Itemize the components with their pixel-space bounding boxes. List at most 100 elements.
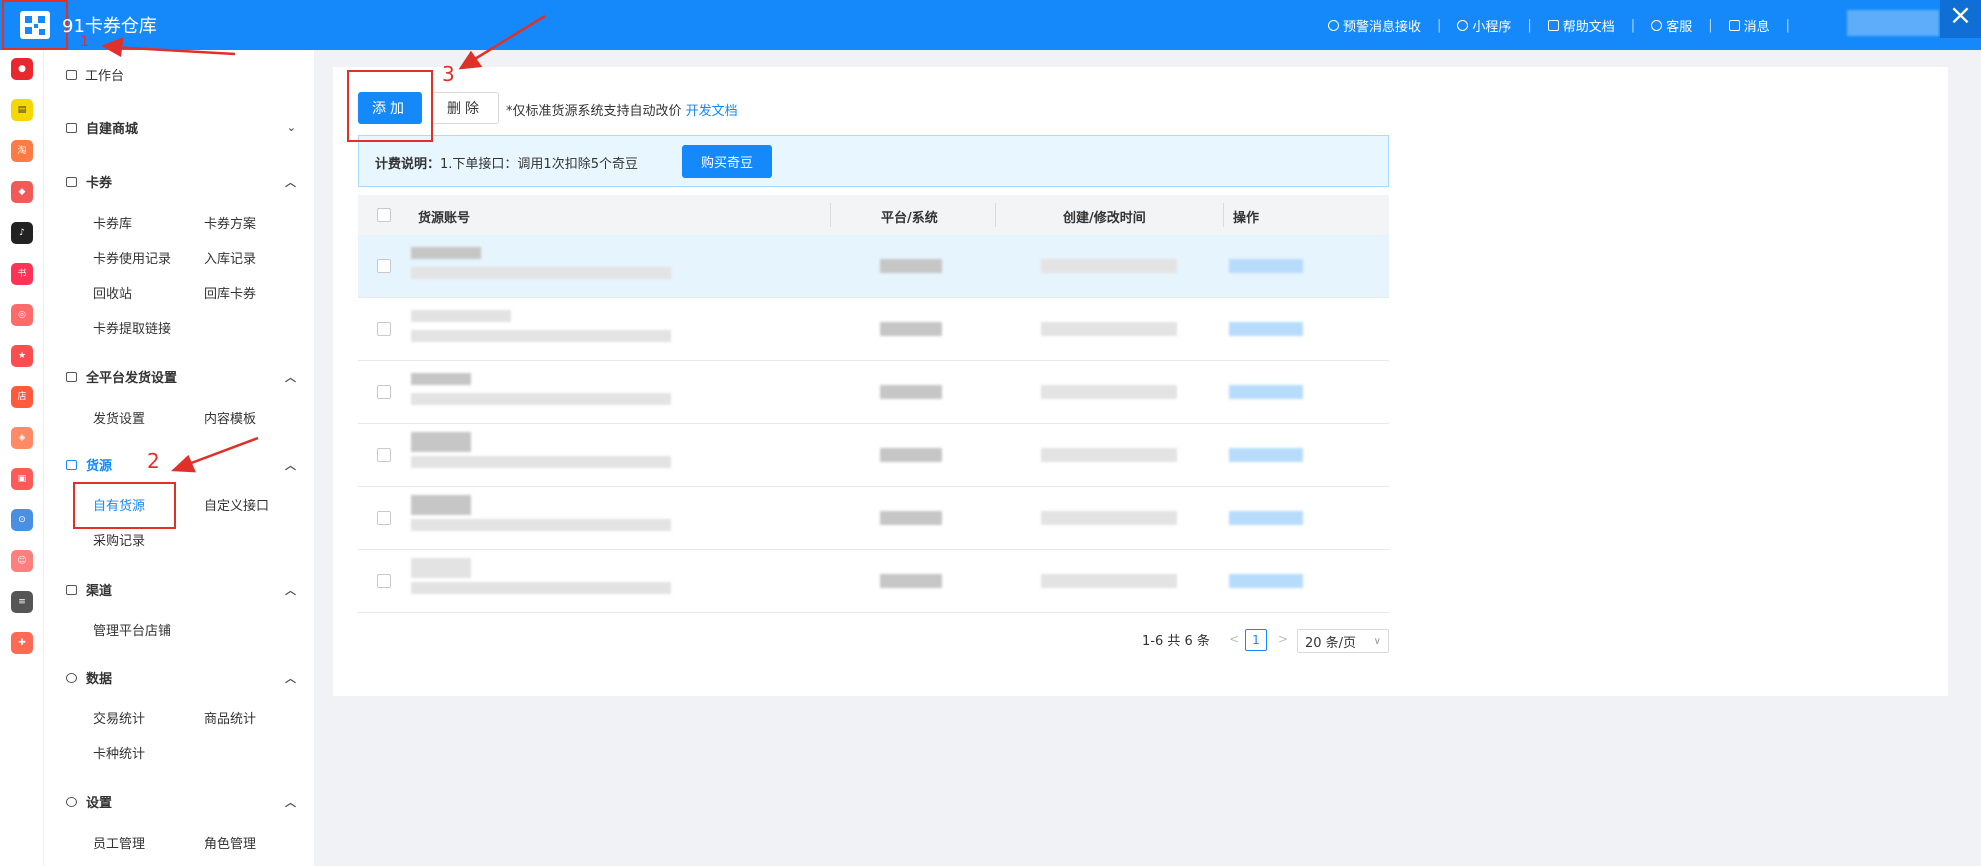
rail-app-10-icon[interactable]: ◈: [11, 427, 33, 449]
rail-thumb-icon[interactable]: ★: [11, 345, 33, 367]
sidebar-group-data[interactable]: 数据 ︿: [66, 668, 296, 687]
group-header[interactable]: 全平台发货设置 ︿: [66, 367, 296, 386]
platform-redacted: [880, 448, 942, 462]
rail-app-15-icon[interactable]: ✚: [11, 632, 33, 654]
select-all-checkbox[interactable]: [377, 208, 391, 222]
sidebar-item-card-type-stats[interactable]: 卡种统计: [93, 743, 145, 762]
actions-redacted[interactable]: [1229, 574, 1303, 588]
actions-redacted[interactable]: [1229, 385, 1303, 399]
table-row[interactable]: [358, 424, 1389, 487]
rail-douyin-icon[interactable]: ♪: [11, 222, 33, 244]
rail-app-14-icon[interactable]: ≡: [11, 591, 33, 613]
sidebar-item-custom-api[interactable]: 自定义接口: [204, 495, 269, 514]
page-size-select[interactable]: 20 条/页 ∨: [1297, 629, 1389, 653]
customer-service-link[interactable]: 客服: [1651, 16, 1692, 35]
sidebar-item-coupon-library[interactable]: 卡券库: [93, 213, 132, 232]
menu-divider: |: [1527, 18, 1532, 33]
prev-page-icon[interactable]: <: [1229, 632, 1239, 646]
group-header[interactable]: 货源 ︿: [66, 455, 296, 474]
document-icon: [1547, 20, 1559, 31]
chevron-up-icon: ︿: [285, 370, 296, 384]
app-logo-icon[interactable]: [20, 11, 50, 39]
account-name-redacted: [411, 432, 471, 452]
table-row[interactable]: [358, 235, 1389, 298]
sidebar-item-delivery-settings[interactable]: 发货设置: [93, 408, 145, 427]
sidebar-item-trade-stats[interactable]: 交易统计: [93, 708, 145, 727]
sidebar-item-coupon-plan[interactable]: 卡券方案: [204, 213, 256, 232]
sidebar-item-product-stats[interactable]: 商品统计: [204, 708, 256, 727]
group-title: 渠道: [86, 584, 113, 599]
sidebar-item-recycle-bin[interactable]: 回收站: [93, 283, 132, 302]
group-header[interactable]: 设置 ︿: [66, 792, 296, 811]
billing-detail: 1.下单接口：调用1次扣除5个奇豆: [440, 157, 638, 172]
row-checkbox[interactable]: [377, 322, 391, 336]
sidebar-group-settings[interactable]: 设置 ︿: [66, 792, 296, 811]
page-number-button[interactable]: 1: [1245, 629, 1267, 651]
row-checkbox[interactable]: [377, 448, 391, 462]
platform-redacted: [880, 511, 942, 525]
rail-xiaohongshu-icon[interactable]: 书: [11, 263, 33, 285]
rail-app-11-icon[interactable]: ▣: [11, 468, 33, 490]
mini-program-link[interactable]: 小程序: [1457, 16, 1511, 35]
rail-app-1-icon[interactable]: ●: [11, 58, 33, 80]
account-name-redacted: [411, 247, 481, 259]
group-header[interactable]: 自建商城 ⌄: [66, 118, 296, 137]
sidebar-item-coupon-usage[interactable]: 卡券使用记录: [93, 248, 171, 267]
sidebar-group-mall[interactable]: 自建商城 ⌄: [66, 118, 296, 137]
sidebar-item-manage-stores[interactable]: 管理平台店铺: [93, 620, 171, 639]
close-icon[interactable]: ×: [1940, 0, 1981, 38]
sidebar-item-workbench[interactable]: 工作台: [66, 65, 124, 84]
table-row[interactable]: [358, 298, 1389, 361]
sidebar-group-delivery[interactable]: 全平台发货设置 ︿: [66, 367, 296, 386]
delete-button[interactable]: 删除: [431, 92, 499, 124]
rail-app-12-icon[interactable]: ⊙: [11, 509, 33, 531]
row-checkbox[interactable]: [377, 574, 391, 588]
group-header[interactable]: 渠道 ︿: [66, 580, 296, 599]
sidebar-item-staff[interactable]: 员工管理: [93, 833, 145, 852]
sidebar-group-supply[interactable]: 货源 ︿: [66, 455, 296, 474]
group-header[interactable]: 数据 ︿: [66, 668, 296, 687]
rail-app-13-icon[interactable]: ☺: [11, 550, 33, 572]
row-checkbox[interactable]: [377, 259, 391, 273]
next-page-icon[interactable]: >: [1278, 632, 1288, 646]
sidebar-item-stock-in[interactable]: 入库记录: [204, 248, 256, 267]
row-checkbox[interactable]: [377, 511, 391, 525]
actions-redacted[interactable]: [1229, 322, 1303, 336]
table-row[interactable]: [358, 550, 1389, 613]
actions-redacted[interactable]: [1229, 259, 1303, 273]
bell-icon: [1327, 20, 1339, 31]
group-header[interactable]: 卡券 ︿: [66, 172, 296, 191]
sidebar-item-extract-links[interactable]: 卡券提取链接: [93, 318, 171, 337]
pie-chart-icon: [66, 672, 77, 683]
annotation-label-2: 2: [147, 449, 160, 473]
menu-divider: |: [1708, 18, 1713, 33]
top-bar: 91卡券仓库 预警消息接收 | 小程序 | 帮助文档 | 客服 | 消息 |: [0, 0, 1981, 50]
sidebar-item-roles[interactable]: 角色管理: [204, 833, 256, 852]
menu-label: 客服: [1666, 20, 1693, 35]
chevron-down-icon: ∨: [1373, 635, 1381, 647]
user-account-blurred[interactable]: [1847, 10, 1939, 36]
account-detail-redacted: [411, 267, 671, 279]
actions-redacted[interactable]: [1229, 511, 1303, 525]
sidebar-item-content-template[interactable]: 内容模板: [204, 408, 256, 427]
row-checkbox[interactable]: [377, 385, 391, 399]
sidebar-group-coupons[interactable]: 卡券 ︿: [66, 172, 296, 191]
dev-docs-link[interactable]: 开发文档: [686, 104, 738, 119]
page-size-value: 20 条/页: [1305, 635, 1357, 651]
rail-app-7-icon[interactable]: ◎: [11, 304, 33, 326]
sidebar-group-channel[interactable]: 渠道 ︿: [66, 580, 296, 599]
rail-app-2-icon[interactable]: ▤: [11, 99, 33, 121]
rail-app-4-icon[interactable]: ◆: [11, 181, 33, 203]
sidebar-item-returned-coupons[interactable]: 回库卡券: [204, 283, 256, 302]
actions-redacted[interactable]: [1229, 448, 1303, 462]
sidebar-item-purchase-records[interactable]: 采购记录: [93, 530, 145, 549]
rail-taobao-icon[interactable]: 淘: [11, 140, 33, 162]
help-docs-link[interactable]: 帮助文档: [1547, 16, 1615, 35]
alert-subscribe-link[interactable]: 预警消息接收: [1327, 16, 1421, 35]
rail-shop-icon[interactable]: 店: [11, 386, 33, 408]
messages-link[interactable]: 消息: [1728, 16, 1770, 35]
card-icon: [66, 176, 77, 187]
table-row[interactable]: [358, 361, 1389, 424]
buy-beans-button[interactable]: 购买奇豆: [682, 145, 772, 178]
table-row[interactable]: [358, 487, 1389, 550]
